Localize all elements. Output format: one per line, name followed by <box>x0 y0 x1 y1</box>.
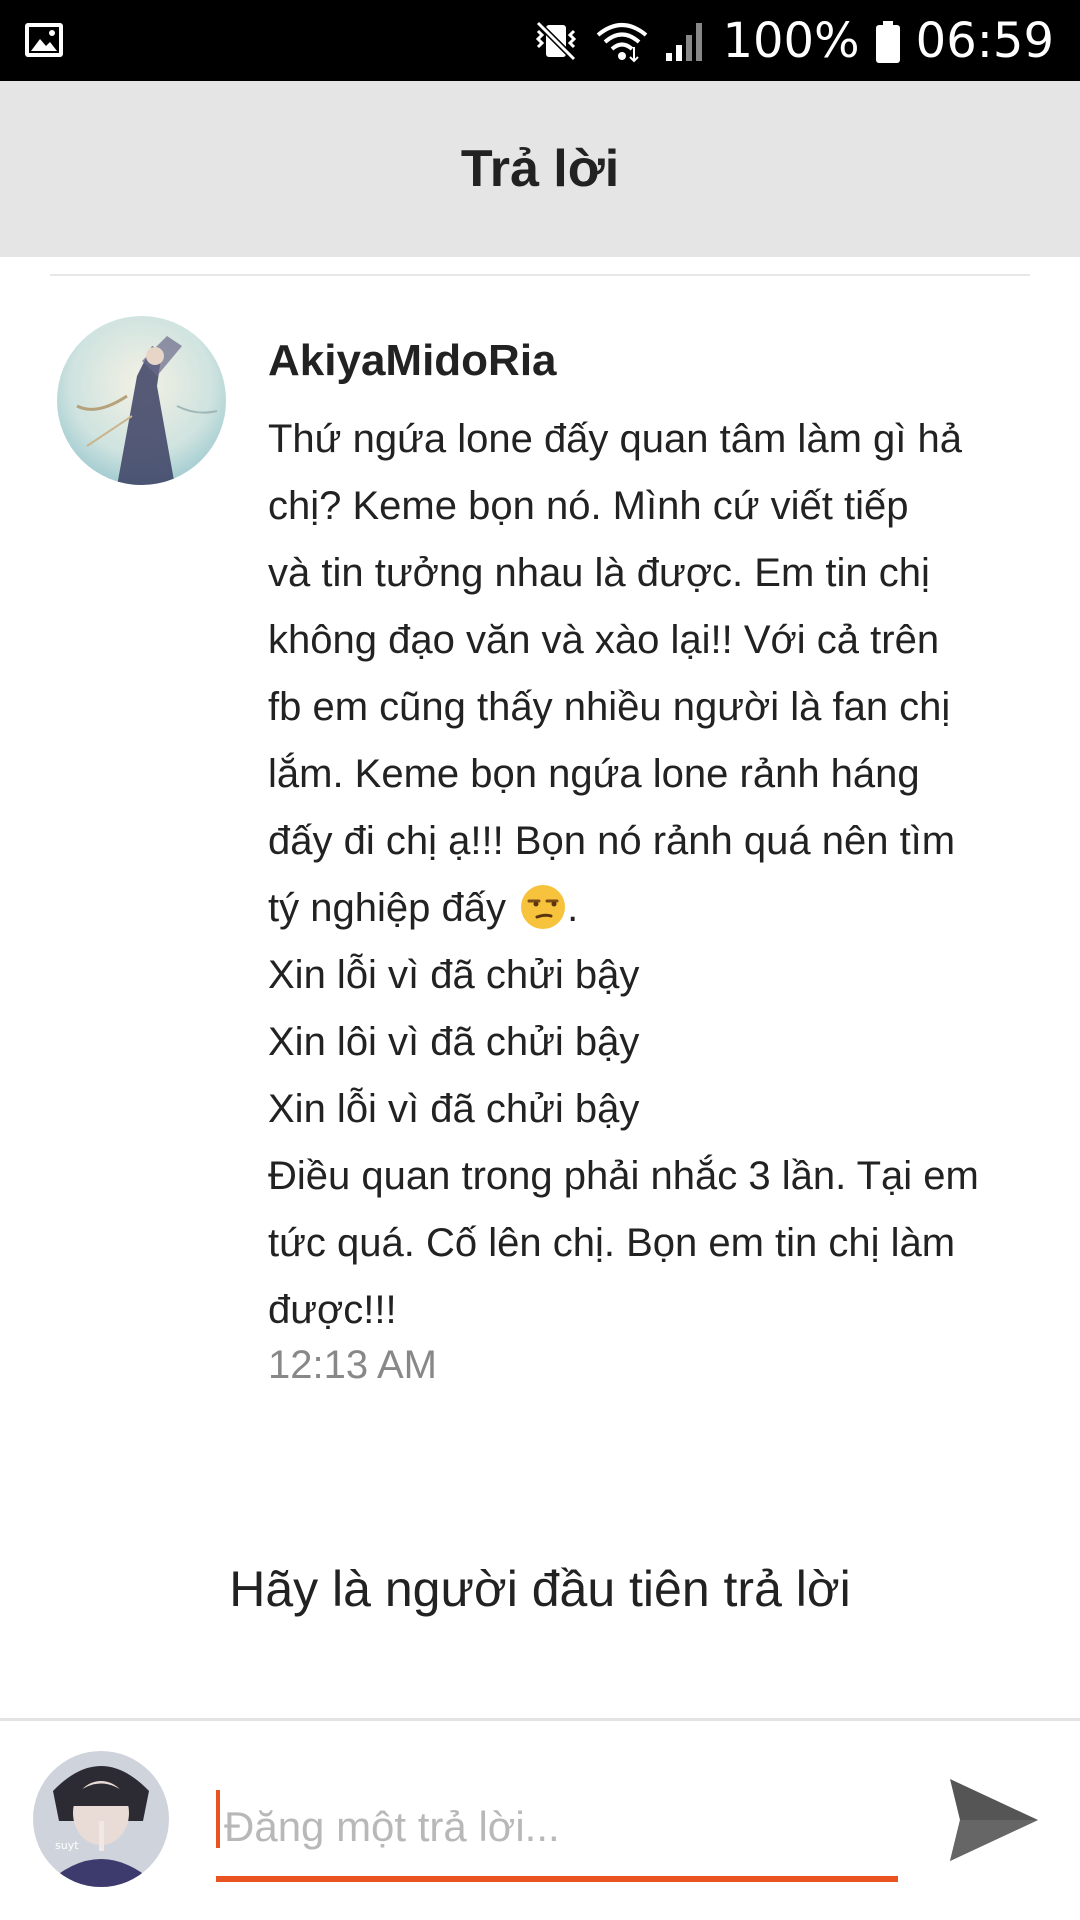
post-line: Thứ ngứa lone đấy quan tâm làm gì hả <box>268 417 962 461</box>
current-user-avatar[interactable]: suyt <box>33 1751 169 1887</box>
post-line: không đạo văn và xào lại!! Với cả trên <box>268 618 940 662</box>
reply-input[interactable] <box>216 1784 896 1870</box>
unamused-face-emoji <box>521 885 566 929</box>
post-line: Xin lỗi vì đã chửi bậy <box>268 953 640 997</box>
author-name[interactable]: AkiyaMidoRia <box>268 336 557 386</box>
battery-percent: 100% <box>722 12 860 69</box>
battery-icon <box>875 20 900 63</box>
status-bar: 100% 06:59 <box>0 0 1080 81</box>
post-line: và tin tưởng nhau là được. Em tin chị <box>268 551 930 595</box>
post-body: Thứ ngứa lone đấy quan tâm làm gì hả chị… <box>268 406 1048 1344</box>
author-avatar-image <box>57 316 226 485</box>
post-line: lắm. Keme bọn ngứa lone rảnh háng <box>268 752 920 796</box>
post-line: được!!! <box>268 1288 397 1332</box>
divider <box>50 274 1030 276</box>
post-line: Điều quan trong phải nhắc 3 lần. Tại em <box>268 1154 979 1198</box>
wifi-icon <box>597 22 648 62</box>
post-line: fb em cũng thấy nhiều người là fan chị <box>268 685 951 729</box>
reply-input-underline <box>216 1876 898 1882</box>
send-button[interactable] <box>944 1770 1044 1870</box>
send-icon <box>950 1779 1038 1861</box>
post-line-suffix: . <box>567 886 579 930</box>
gallery-icon <box>25 23 63 57</box>
clock: 06:59 <box>915 12 1054 69</box>
post-timestamp: 12:13 AM <box>268 1343 438 1387</box>
page-title: Trả lời <box>460 140 620 198</box>
post-line: Xin lỗi vì đã chửi bậy <box>268 1087 640 1131</box>
vibrate-mute-icon <box>536 20 577 61</box>
author-avatar[interactable] <box>57 316 226 485</box>
status-indicators: 100% 06:59 <box>532 0 1054 81</box>
post-line: tý nghiệp đấy <box>268 886 506 930</box>
text-cursor <box>216 1790 220 1848</box>
signal-icon <box>666 22 703 61</box>
post-line: đấy đi chị ạ!!! Bọn nó rảnh quá nên tìm <box>268 819 956 863</box>
header-bar: Trả lời <box>0 81 1080 257</box>
empty-replies-message: Hãy là người đầu tiên trả lời <box>229 1561 851 1617</box>
divider <box>0 1718 1080 1721</box>
post-line: tức quá. Cố lên chị. Bọn em tin chị làm <box>268 1221 956 1265</box>
current-user-avatar-image: suyt <box>33 1751 169 1887</box>
post-line: Xin lôi vì đã chửi bậy <box>268 1020 640 1064</box>
post-line-with-emoji: tý nghiệp đấy . <box>268 875 1048 942</box>
svg-text:suyt: suyt <box>55 1839 79 1852</box>
post-line: chị? Keme bọn nó. Mình cứ viết tiếp <box>268 484 909 528</box>
